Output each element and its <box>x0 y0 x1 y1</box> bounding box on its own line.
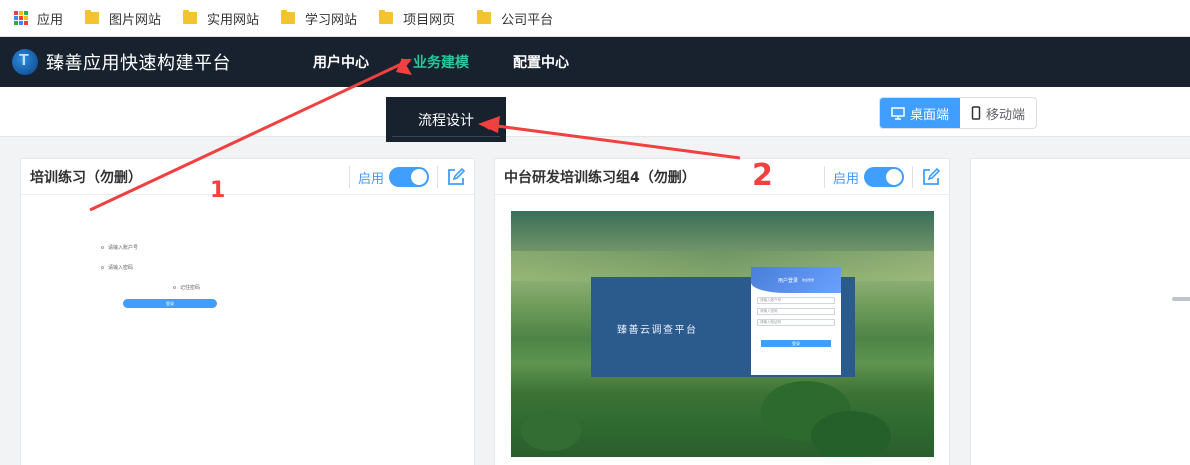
preview-landscape-image: 臻善云调查平台 用户登录 欢迎登录 请输入账户号 请输入密码 请输入验证码 登录 <box>511 211 934 457</box>
bookmark-apps[interactable]: 应用 <box>14 9 63 28</box>
preview-remember-label: 记住密码 <box>180 284 201 291</box>
edit-icon[interactable] <box>446 167 466 187</box>
divider <box>823 166 825 188</box>
enable-label: 启用 <box>832 171 859 187</box>
desktop-tab[interactable]: 桌面端 <box>880 98 961 128</box>
dropdown-item-label: 流程设计 <box>418 112 474 129</box>
bookmark-label: 项目网页 <box>403 12 456 28</box>
folder-icon <box>183 10 198 24</box>
bookmarks-bar: 应用 图片网站 实用网站 学习网站 项目网页 公司平台 <box>0 0 1190 37</box>
preview-password-field: 请输入密码 <box>101 263 221 271</box>
bookmark-folder[interactable]: 学习网站 <box>281 9 357 28</box>
landscape-tree <box>811 411 891 457</box>
preview-field-label: 请输入账户号 <box>108 244 139 251</box>
brand-logo-icon <box>12 49 38 75</box>
nav-user-center[interactable]: 用户中心 <box>313 52 369 72</box>
preview-field: 请输入验证码 <box>757 319 835 326</box>
device-switch: 桌面端 移动端 <box>879 97 1038 129</box>
desktop-tab-label: 桌面端 <box>910 107 950 123</box>
mobile-tab[interactable]: 移动端 <box>960 98 1036 128</box>
dropdown-item-process-design[interactable]: 流程设计 <box>386 97 506 142</box>
preview-panel-title: 臻善云调查平台 <box>617 325 698 336</box>
preview-login-button: 登录 <box>761 340 831 347</box>
preview-field-label: 请输入密码 <box>108 264 134 271</box>
nav-config-center[interactable]: 配置中心 <box>513 52 569 72</box>
scroll-handle[interactable] <box>1172 297 1190 301</box>
card-title: 培训练习（勿删） <box>30 169 142 186</box>
folder-icon <box>85 10 100 24</box>
preview-field: 请输入密码 <box>757 308 835 315</box>
preview-login-box: 用户登录 欢迎登录 请输入账户号 请输入密码 请输入验证码 登录 <box>751 267 841 375</box>
bookmark-folder[interactable]: 图片网站 <box>85 9 161 28</box>
app-card[interactable]: 中台研发培训练习组4（勿删） 启用 臻善云调查平台 用户登录 欢迎登录 请输入账… <box>494 158 950 465</box>
bookmark-folder[interactable]: 实用网站 <box>183 9 259 28</box>
folder-icon <box>477 10 492 24</box>
lock-icon <box>101 265 104 269</box>
bookmark-label: 公司平台 <box>501 12 554 28</box>
edit-icon[interactable] <box>921 167 941 187</box>
apps-grid-icon <box>14 11 28 25</box>
preview-field: 请输入账户号 <box>757 297 835 304</box>
bookmark-label: 图片网站 <box>109 12 162 28</box>
monitor-icon <box>891 106 905 120</box>
brand-title: 臻善应用快速构建平台 <box>46 53 231 74</box>
user-icon <box>101 245 104 249</box>
card-header: 中台研发培训练习组4（勿删） 启用 <box>495 159 949 195</box>
app-card[interactable]: 培训练习（勿删） 启用 请输入账户号 请输入密码 记住密码 登录 <box>20 158 475 465</box>
mobile-tab-label: 移动端 <box>986 107 1026 123</box>
preview-box-title-text: 用户登录 <box>777 277 798 284</box>
preview-login-button: 登录 <box>123 299 217 308</box>
divider <box>348 166 350 188</box>
card-actions: 启用 <box>341 165 466 189</box>
app-card-partial[interactable] <box>970 158 1190 465</box>
folder-icon <box>281 10 296 24</box>
preview-box-title: 用户登录 欢迎登录 <box>751 267 841 293</box>
card-title: 中台研发培训练习组4（勿删） <box>504 169 696 186</box>
nav-business-modeling[interactable]: 业务建模 <box>413 52 469 72</box>
divider <box>912 166 913 188</box>
enable-label: 启用 <box>357 171 384 187</box>
bookmark-label: 实用网站 <box>207 12 260 28</box>
divider <box>437 166 438 188</box>
folder-icon <box>379 10 394 24</box>
preview-login-form: 请输入账户号 请输入密码 记住密码 登录 <box>101 243 221 323</box>
checkbox-icon <box>173 285 176 289</box>
enable-toggle[interactable] <box>389 167 429 187</box>
preview-username-field: 请输入账户号 <box>101 243 221 251</box>
landscape-tree <box>521 411 581 451</box>
bookmark-folder[interactable]: 项目网页 <box>379 9 455 28</box>
enable-toggle[interactable] <box>864 167 904 187</box>
card-actions: 启用 <box>816 165 941 189</box>
preview-box-note: 欢迎登录 <box>802 278 815 282</box>
preview-remember: 记住密码 <box>101 283 221 291</box>
top-navigation: 臻善应用快速构建平台 用户中心 业务建模 配置中心 <box>0 37 1190 87</box>
dropdown-divider <box>392 136 500 137</box>
card-header: 培训练习（勿删） 启用 <box>21 159 474 195</box>
bookmark-label: 学习网站 <box>305 12 358 28</box>
bookmark-apps-label: 应用 <box>37 12 64 28</box>
bookmark-folder[interactable]: 公司平台 <box>477 9 553 28</box>
phone-icon <box>971 106 981 120</box>
preview-login-panel: 臻善云调查平台 用户登录 欢迎登录 请输入账户号 请输入密码 请输入验证码 登录 <box>591 267 855 377</box>
